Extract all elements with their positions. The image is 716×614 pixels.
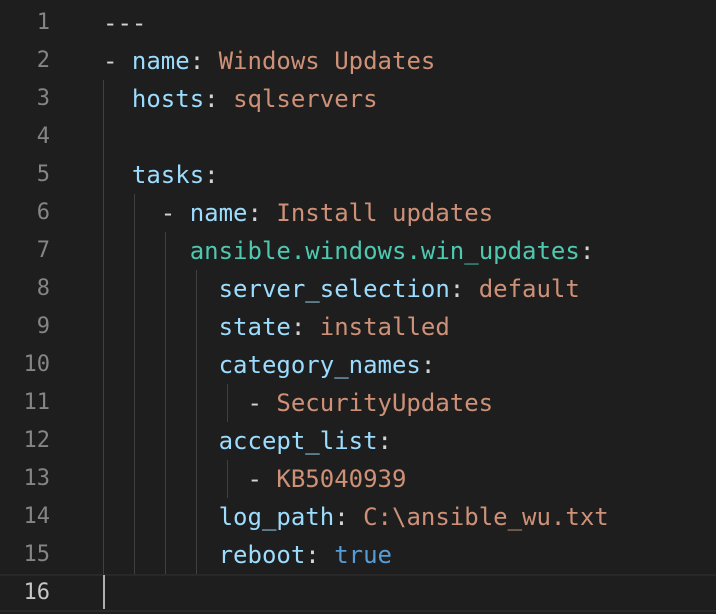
code-token: :	[449, 275, 479, 303]
code-token: reboot	[218, 541, 306, 569]
code-line[interactable]: 8 server_selection: default	[0, 270, 716, 308]
code-text: ---	[103, 4, 146, 42]
code-token: ansible.windows.win_updates	[189, 237, 580, 265]
line-number: 11	[23, 390, 51, 415]
code-token: accept_list	[218, 427, 378, 455]
code-line[interactable]: 9 state: installed	[0, 308, 716, 346]
code-text: hosts: sqlservers	[103, 80, 378, 118]
line-number: 3	[36, 86, 50, 111]
code-line[interactable]: 13 - KB5040939	[0, 460, 716, 498]
code-token: true	[334, 541, 392, 569]
code-token: :	[377, 427, 392, 455]
code-text: - SecurityUpdates	[103, 384, 493, 422]
code-line[interactable]: 1 ---	[0, 4, 716, 42]
line-number: 7	[36, 238, 50, 263]
code-line[interactable]: 2 - name: Windows Updates	[0, 42, 716, 80]
code-token: server_selection	[218, 275, 450, 303]
code-token: :	[204, 85, 234, 113]
code-text: reboot: true	[103, 536, 392, 574]
code-token: default	[478, 275, 580, 303]
code-line[interactable]: 4	[0, 118, 716, 156]
code-token: :	[189, 47, 219, 75]
code-token: C:\ansible_wu.txt	[363, 503, 609, 531]
line-number: 12	[23, 428, 51, 453]
line-number: 15	[23, 542, 51, 567]
code-token: KB5040939	[276, 465, 407, 493]
code-line[interactable]: 14 log_path: C:\ansible_wu.txt	[0, 498, 716, 536]
line-number: 13	[23, 466, 51, 491]
code-token: -	[103, 465, 277, 493]
code-line[interactable]: 10 category_names:	[0, 346, 716, 384]
code-line[interactable]: 5 tasks:	[0, 156, 716, 194]
code-token: :	[579, 237, 595, 265]
code-line[interactable]: 7 ansible.windows.win_updates:	[0, 232, 716, 270]
code-token: name	[189, 199, 248, 227]
code-text: - name: Install updates	[103, 194, 493, 232]
code-token: Windows Updates	[218, 47, 436, 75]
code-text: log_path: C:\ansible_wu.txt	[103, 498, 609, 536]
text-cursor	[103, 575, 105, 609]
line-number: 5	[36, 162, 50, 187]
code-text: tasks:	[103, 156, 219, 194]
code-token: :	[305, 541, 335, 569]
code-token: -	[103, 389, 277, 417]
line-number: 10	[23, 352, 51, 377]
code-token: sqlservers	[233, 85, 378, 113]
code-text: server_selection: default	[103, 270, 580, 308]
code-editor[interactable]: 1 --- 2- name: Windows Updates 3 hosts: sql…	[0, 0, 716, 614]
code-token: :	[334, 503, 364, 531]
code-token: :	[247, 199, 277, 227]
code-token: category_names	[218, 351, 421, 379]
code-line[interactable]: 16	[0, 574, 716, 612]
code-token: ---	[103, 9, 147, 37]
code-token: tasks	[131, 161, 205, 189]
code-token: hosts	[131, 85, 205, 113]
line-number: 9	[36, 314, 50, 339]
code-token: :	[290, 313, 320, 341]
code-token: -	[103, 199, 190, 227]
line-number: 6	[36, 200, 50, 225]
code-token: Install updates	[276, 199, 494, 227]
line-number: 2	[36, 48, 50, 73]
code-token: log_path	[218, 503, 335, 531]
line-number: 8	[36, 276, 50, 301]
code-line[interactable]: 3 hosts: sqlservers	[0, 80, 716, 118]
code-text: category_names:	[103, 346, 436, 384]
line-number: 1	[36, 10, 50, 35]
code-token: state	[218, 313, 291, 341]
code-text: ansible.windows.win_updates:	[103, 232, 595, 270]
code-line[interactable]: 6 - name: Install updates	[0, 194, 716, 232]
code-line[interactable]: 12 accept_list:	[0, 422, 716, 460]
code-text: - KB5040939	[103, 460, 406, 498]
line-number: 16	[23, 580, 51, 605]
line-number: 4	[36, 124, 50, 149]
code-token: :	[204, 161, 219, 189]
code-token: -	[103, 47, 132, 75]
code-text: accept_list:	[103, 422, 392, 460]
line-number: 14	[23, 504, 51, 529]
code-token: name	[131, 47, 190, 75]
code-token: :	[420, 351, 436, 379]
code-token: SecurityUpdates	[276, 389, 494, 417]
code-token: installed	[319, 313, 450, 341]
code-line[interactable]: 15 reboot: true	[0, 536, 716, 574]
code-text: state: installed	[103, 308, 450, 346]
code-line[interactable]: 11 - SecurityUpdates	[0, 384, 716, 422]
code-text: - name: Windows Updates	[103, 42, 435, 80]
